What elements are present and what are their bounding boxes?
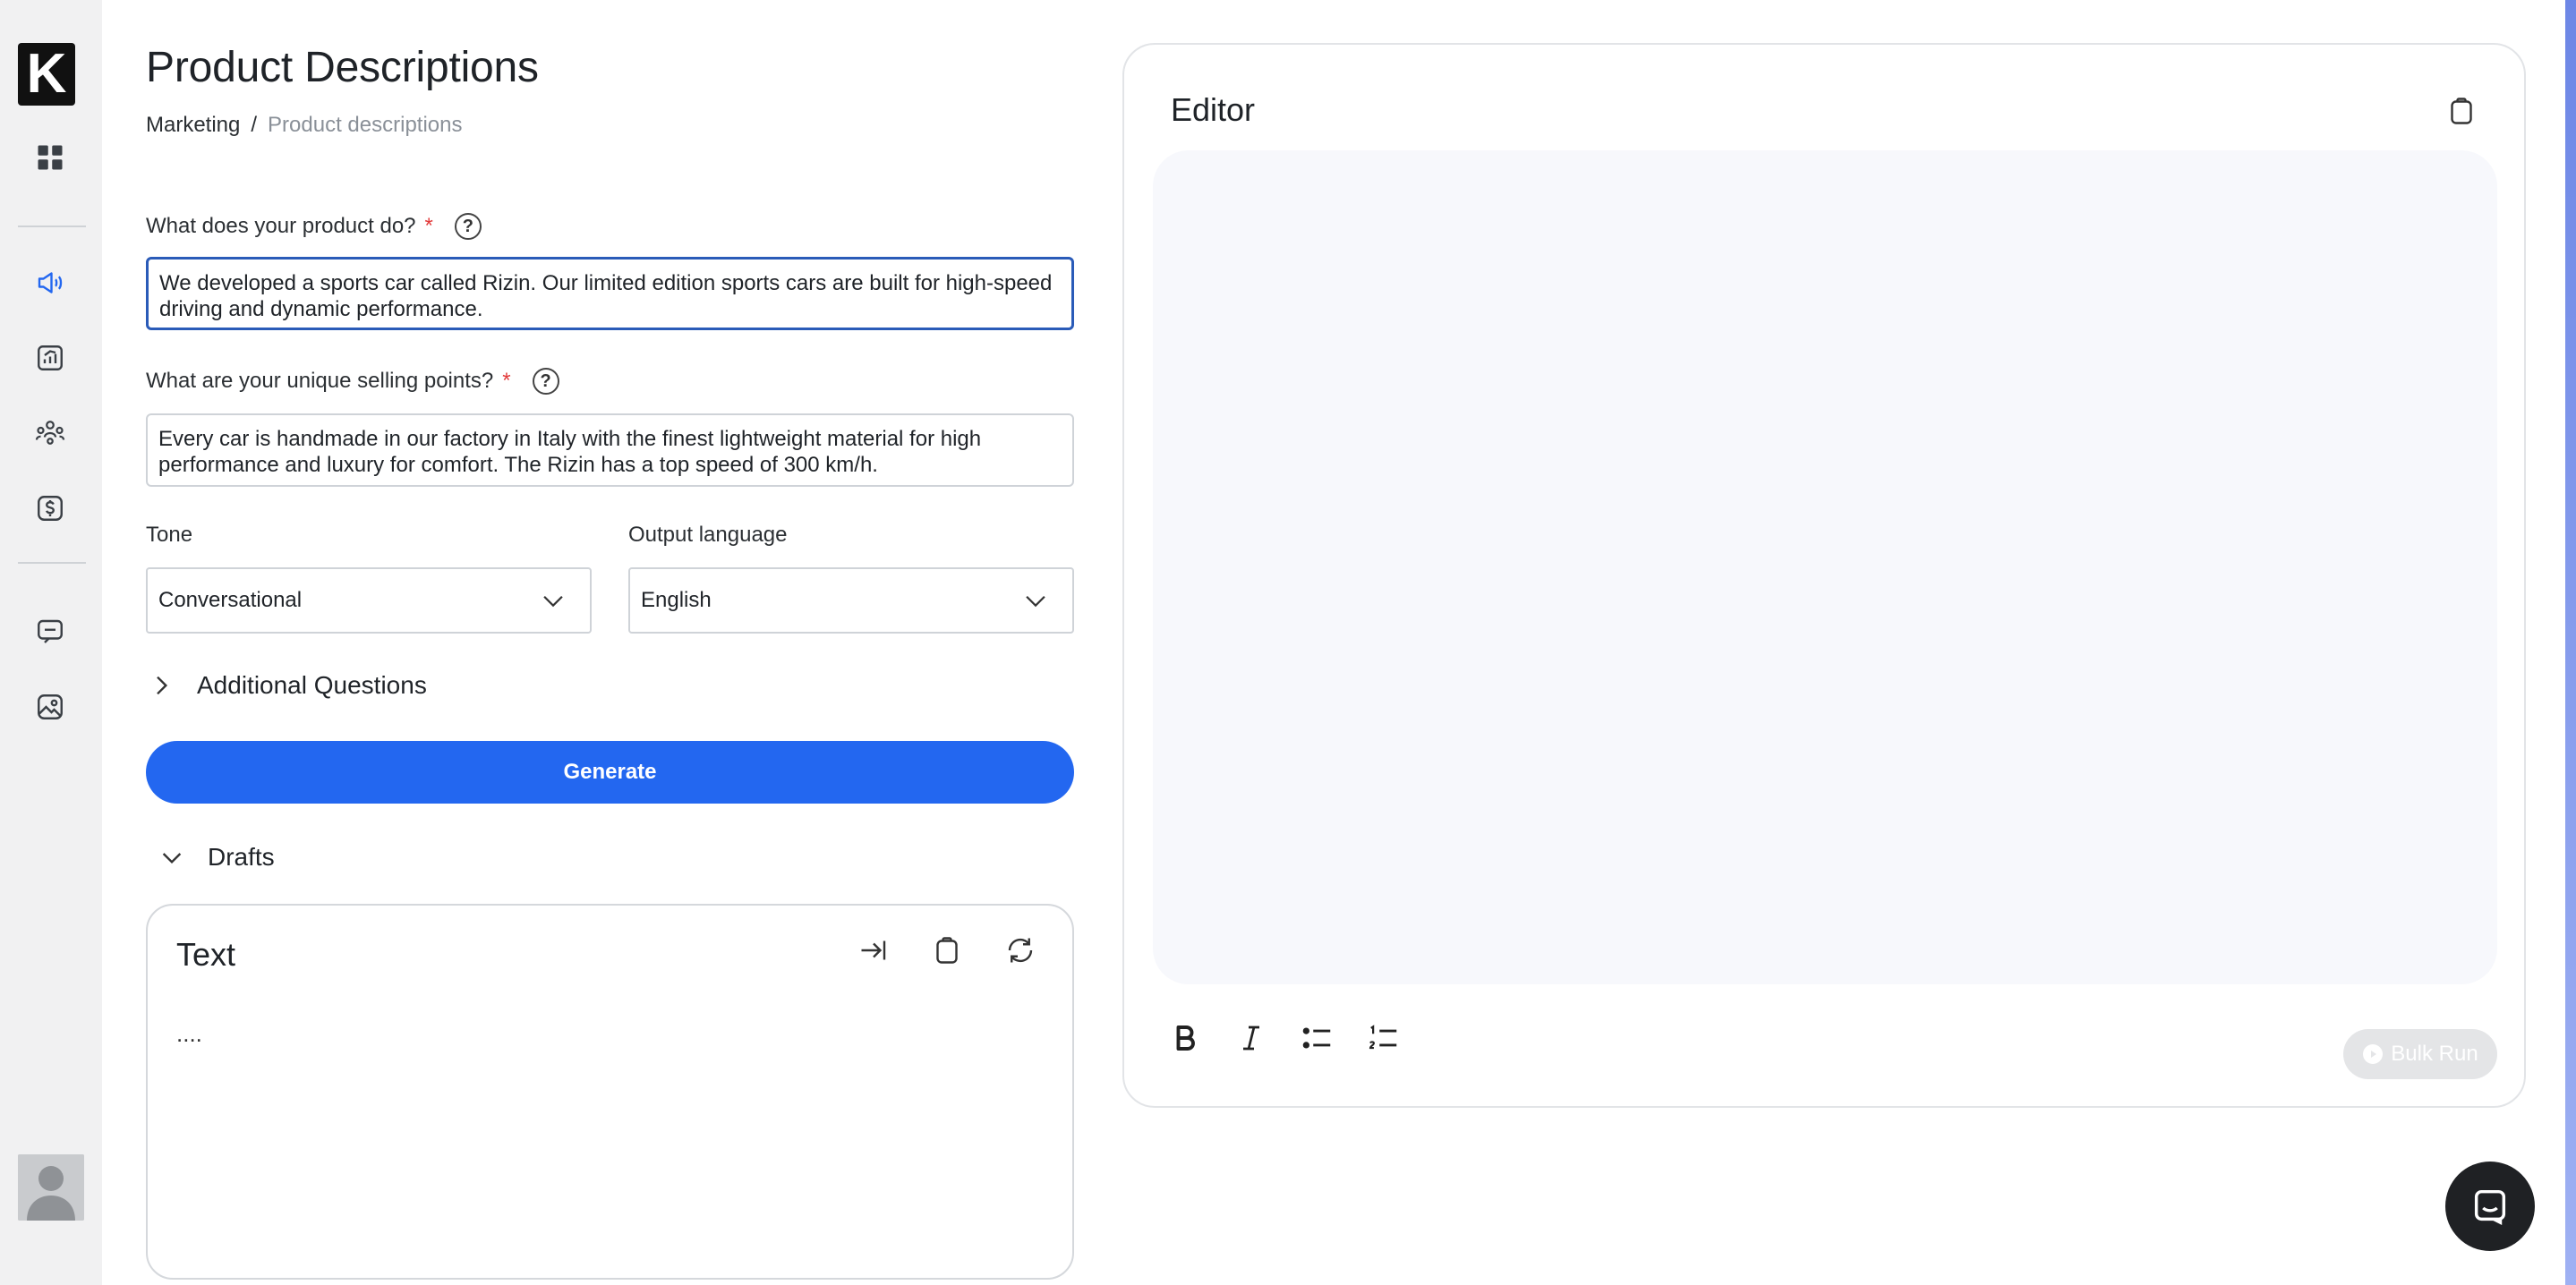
support-chat-button[interactable] [2445,1162,2535,1251]
chat-message-icon[interactable] [32,614,68,650]
draft-card-toolbar [857,934,1036,966]
editor-panel: Editor Bulk Run [1122,43,2526,1108]
additional-questions-toggle[interactable]: Additional Questions [147,671,427,700]
output-language-select[interactable]: English [628,567,1074,634]
output-language-select-value: English [641,588,712,612]
tone-select-value: Conversational [158,588,303,612]
help-icon[interactable]: ? [454,213,482,240]
editor-content-area[interactable] [1153,150,2497,984]
breadcrumb: Marketing / Product descriptions [146,113,463,138]
page-title: Product Descriptions [146,44,539,91]
drafts-label: Drafts [208,843,275,871]
selling-points-input[interactable]: Every car is handmade in our factory in … [146,413,1074,487]
editor-title: Editor [1171,91,1256,128]
tone-select[interactable]: Conversational [146,567,592,634]
editor-format-toolbar [1167,1020,1402,1056]
copy-clipboard-icon[interactable] [2445,95,2478,127]
copy-clipboard-icon[interactable] [931,934,963,966]
bulk-run-button[interactable]: Bulk Run [2343,1029,2497,1079]
sidebar-divider [18,562,86,564]
draft-card-body: .... [176,1020,202,1047]
chevron-down-icon [1026,595,1045,608]
user-avatar[interactable] [18,1154,84,1221]
drafts-toggle[interactable]: Drafts [158,843,275,872]
megaphone-icon[interactable] [32,265,68,301]
product-purpose-input[interactable]: We developed a sports car called Rizin. … [146,257,1074,330]
dashboard-grid-icon[interactable] [32,140,68,175]
chevron-down-icon [162,853,182,864]
draft-card-title: Text [176,936,236,973]
regenerate-refresh-icon[interactable] [1004,934,1036,966]
chevron-down-icon [543,595,563,608]
image-gallery-icon[interactable] [32,689,68,725]
bold-icon[interactable] [1167,1020,1203,1056]
chevron-right-icon [157,676,168,695]
insert-arrow-icon[interactable] [857,934,890,966]
italic-icon[interactable] [1233,1020,1269,1056]
help-icon[interactable]: ? [532,368,559,395]
sidebar-divider [18,226,86,227]
page-scrollbar[interactable] [2565,0,2576,1285]
breadcrumb-marketing[interactable]: Marketing [146,113,240,138]
breadcrumb-product-descriptions: Product descriptions [268,113,463,137]
draft-card: Text .... [146,904,1074,1280]
required-mark: * [502,369,511,393]
billing-dollar-icon[interactable] [32,490,68,526]
team-people-icon[interactable] [32,415,68,451]
sidebar: K [0,0,102,1285]
required-mark: * [424,214,433,238]
product-purpose-label: What does your product do? * ? [146,213,482,240]
selling-points-label: What are your unique selling points? * ? [146,368,559,395]
bullet-list-icon[interactable] [1300,1020,1335,1056]
additional-questions-label: Additional Questions [197,671,427,699]
chat-bubble-icon [2474,1189,2506,1225]
app-logo[interactable]: K [18,43,75,106]
play-icon [2363,1044,2384,1064]
tone-label: Tone [146,523,193,547]
analytics-chart-icon[interactable] [32,340,68,376]
numbered-list-icon[interactable] [1366,1020,1402,1056]
output-language-label: Output language [628,523,788,547]
breadcrumb-separator: / [251,113,258,137]
generate-button[interactable]: Generate [146,741,1074,804]
